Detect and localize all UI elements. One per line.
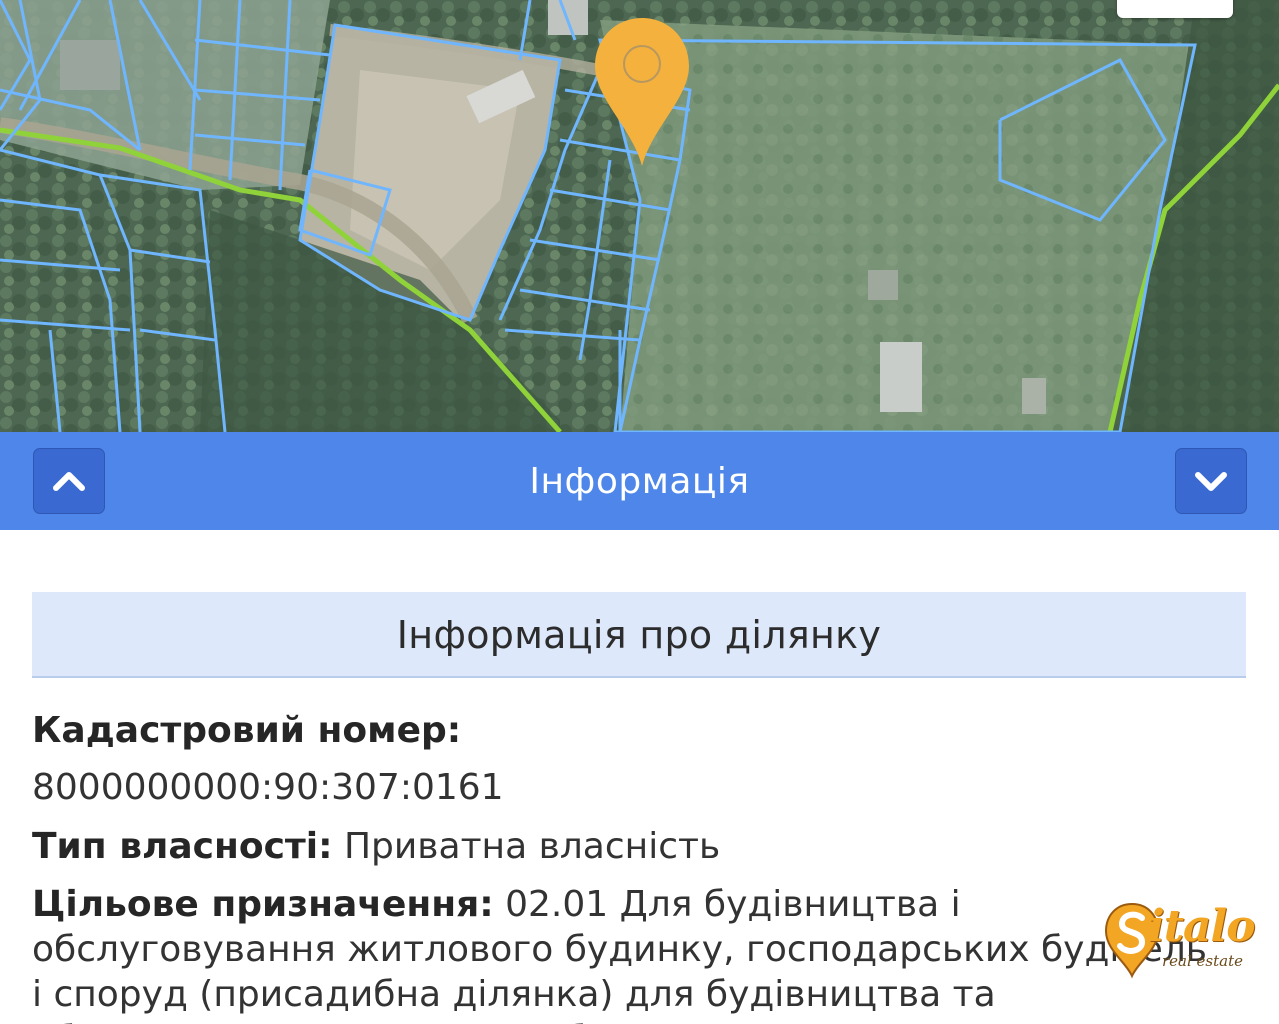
map-pin-icon[interactable] bbox=[592, 16, 692, 168]
cadastre-label-row: Кадастровий номер: bbox=[32, 708, 1272, 754]
watermark-brand: italo bbox=[1148, 901, 1256, 952]
ownership-label: Тип власності: bbox=[32, 826, 333, 867]
map-control-button[interactable] bbox=[1117, 0, 1233, 18]
info-panel-header: Інформація bbox=[0, 432, 1279, 530]
section-header: Інформація про ділянку bbox=[32, 592, 1246, 678]
ownership-row: Тип власності: Приватна власність bbox=[32, 824, 1272, 870]
ownership-value: Приватна власність bbox=[343, 826, 721, 867]
info-panel-title: Інформація bbox=[529, 461, 750, 502]
screen: Інформація Інформація про ділянку Кадаст… bbox=[0, 0, 1279, 1024]
section-title: Інформація про ділянку bbox=[396, 613, 882, 657]
watermark-tagline: real estate bbox=[1162, 952, 1244, 970]
watermark-logo: italo real estate bbox=[1102, 900, 1256, 980]
parcel-info-content: Інформація про ділянку Кадастровий номер… bbox=[0, 530, 1279, 1024]
chevron-down-icon bbox=[1195, 472, 1227, 491]
satellite-map[interactable] bbox=[0, 0, 1279, 432]
cadastre-number: 8000000000:90:307:0161 bbox=[32, 767, 504, 808]
cadastre-number-row: 8000000000:90:307:0161 bbox=[32, 765, 1272, 811]
expand-button[interactable] bbox=[1175, 448, 1247, 514]
cadastre-label: Кадастровий номер: bbox=[32, 710, 462, 751]
purpose-row: Цільове призначення: 02.01 Для будівницт… bbox=[32, 882, 1222, 1024]
purpose-label: Цільове призначення: bbox=[32, 884, 494, 925]
